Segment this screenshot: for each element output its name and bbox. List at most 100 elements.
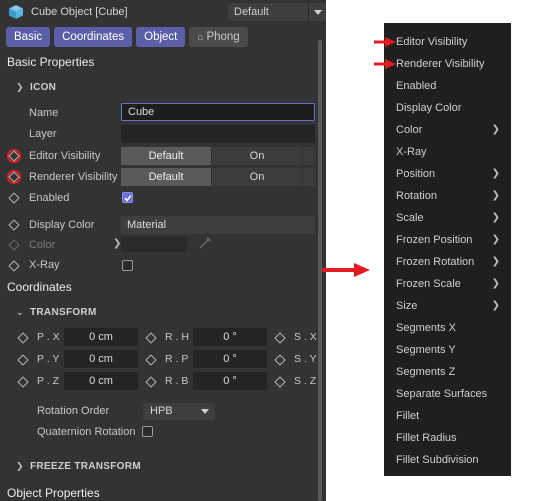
display-color-label: Display Color xyxy=(29,219,95,231)
diamond-icon[interactable] xyxy=(8,219,20,231)
name-label: Name xyxy=(29,107,59,119)
renderer-visibility-off[interactable] xyxy=(303,168,315,186)
editor-visibility-off[interactable] xyxy=(303,147,315,165)
mode-dropdown[interactable]: Default xyxy=(228,3,326,21)
editor-visibility-default[interactable]: Default xyxy=(121,147,211,165)
rotation-order-label: Rotation Order xyxy=(37,405,110,417)
diamond-icon[interactable] xyxy=(274,354,286,366)
menu-item[interactable]: Separate Surfaces xyxy=(396,386,506,402)
diamond-icon[interactable] xyxy=(17,376,29,388)
name-field[interactable]: Cube xyxy=(121,103,315,121)
rot-b-field[interactable]: 0 ° xyxy=(193,372,267,390)
tab-bar: Basic Coordinates Object ⌂ Phong xyxy=(6,27,248,47)
xray-checkbox[interactable] xyxy=(122,260,133,271)
transform-group-label: TRANSFORM xyxy=(30,307,97,318)
menu-item[interactable]: Scale ❯ xyxy=(396,210,506,226)
menu-item[interactable]: Rotation ❯ xyxy=(396,188,506,204)
menu-item-label: Display Color xyxy=(396,102,462,114)
menu-item[interactable]: Fillet xyxy=(396,408,506,424)
diamond-icon[interactable] xyxy=(145,332,157,344)
chevron-right-icon: ❯ xyxy=(491,278,500,289)
tab-object[interactable]: Object xyxy=(136,27,186,47)
diamond-icon[interactable] xyxy=(8,192,20,204)
menu-item[interactable]: Segments Z xyxy=(396,364,506,380)
menu-item[interactable]: Frozen Position ❯ xyxy=(396,232,506,248)
chevron-down-icon: ⌄ xyxy=(16,307,24,317)
menu-item[interactable]: Size ❯ xyxy=(396,298,506,314)
rot-p-label: R . P xyxy=(165,353,189,365)
display-color-dropdown[interactable]: Material xyxy=(121,216,315,234)
menu-item-label: Rotation xyxy=(396,190,437,202)
freeze-transform-group-header[interactable]: ❯ FREEZE TRANSFORM xyxy=(16,461,141,472)
diamond-icon[interactable] xyxy=(145,376,157,388)
diamond-icon[interactable] xyxy=(145,354,157,366)
tab-basic[interactable]: Basic xyxy=(6,27,51,47)
icon-group-label: ICON xyxy=(30,82,57,93)
menu-item[interactable]: Segments Y xyxy=(396,342,506,358)
red-arrow-icon xyxy=(322,263,370,277)
scale-y-label: S . Y xyxy=(294,353,317,365)
menu-item-label: Enabled xyxy=(396,80,437,92)
color-label: Color xyxy=(29,239,56,251)
basic-properties-header: Basic Properties xyxy=(7,55,95,69)
tab-phong-label: Phong xyxy=(206,31,240,43)
enabled-label: Enabled xyxy=(29,192,70,204)
transform-group-header[interactable]: ⌄ TRANSFORM xyxy=(16,307,97,318)
menu-item[interactable]: Fillet Subdivision xyxy=(396,452,506,468)
menu-item-label: X-Ray xyxy=(396,146,427,158)
object-properties-header: Object Properties xyxy=(7,486,100,500)
tab-coordinates[interactable]: Coordinates xyxy=(54,27,133,47)
menu-item[interactable]: Position ❯ xyxy=(396,166,506,182)
scale-x-label: S . X xyxy=(294,331,317,343)
window-title: Cube Object [Cube] xyxy=(31,6,128,18)
quaternion-rotation-checkbox[interactable] xyxy=(142,426,153,437)
scale-z-label: S . Z xyxy=(294,375,317,387)
menu-item[interactable]: X-Ray xyxy=(396,144,506,160)
menu-item[interactable]: Editor Visibility xyxy=(396,34,506,50)
menu-item[interactable]: Enabled xyxy=(396,78,506,94)
diamond-icon[interactable] xyxy=(274,376,286,388)
menu-item[interactable]: Segments X xyxy=(396,320,506,336)
chevron-right-icon: ❯ xyxy=(491,234,500,245)
red-arrow-icon xyxy=(374,37,396,47)
menu-item[interactable]: Color ❯ xyxy=(396,122,506,138)
enabled-checkbox[interactable] xyxy=(122,192,133,203)
renderer-visibility-default[interactable]: Default xyxy=(121,168,211,186)
red-arrow-icon xyxy=(374,59,396,69)
cube-icon xyxy=(9,5,23,19)
diamond-icon[interactable] xyxy=(274,332,286,344)
coordinates-header: Coordinates xyxy=(7,280,72,294)
chevron-right-icon: ❯ xyxy=(491,124,500,135)
menu-item-label: Editor Visibility xyxy=(396,36,468,48)
chevron-right-icon: ❯ xyxy=(491,190,500,201)
pos-x-field[interactable]: 0 cm xyxy=(64,328,138,346)
editor-visibility-on[interactable]: On xyxy=(212,147,302,165)
menu-item[interactable]: Frozen Scale ❯ xyxy=(396,276,506,292)
icon-group-header[interactable]: ❯ ICON xyxy=(16,82,56,93)
menu-item-label: Renderer Visibility xyxy=(396,58,485,70)
diamond-icon[interactable] xyxy=(17,354,29,366)
tab-phong[interactable]: ⌂ Phong xyxy=(189,27,248,47)
diamond-icon[interactable] xyxy=(8,260,20,272)
diamond-icon[interactable] xyxy=(17,332,29,344)
layer-field[interactable] xyxy=(121,125,315,143)
menu-item[interactable]: Renderer Visibility xyxy=(396,56,506,72)
menu-item-label: Segments Z xyxy=(396,366,456,378)
renderer-visibility-label: Renderer Visibility xyxy=(29,171,118,183)
pos-z-field[interactable]: 0 cm xyxy=(64,372,138,390)
chevron-down-icon xyxy=(308,3,326,21)
color-swatch xyxy=(121,236,187,252)
renderer-visibility-on[interactable]: On xyxy=(212,168,302,186)
rotation-order-dropdown[interactable]: HPB xyxy=(143,403,215,420)
menu-item[interactable]: Frozen Rotation ❯ xyxy=(396,254,506,270)
rot-p-field[interactable]: 0 ° xyxy=(193,350,267,368)
pos-y-field[interactable]: 0 cm xyxy=(64,350,138,368)
checkmark-icon xyxy=(124,195,132,202)
chevron-right-icon: ❯ xyxy=(491,300,500,311)
rot-h-field[interactable]: 0 ° xyxy=(193,328,267,346)
quaternion-rotation-label: Quaternion Rotation xyxy=(37,426,136,438)
menu-item[interactable]: Display Color xyxy=(396,100,506,116)
menu-item[interactable]: Fillet Radius xyxy=(396,430,506,446)
pos-y-label: P . Y xyxy=(37,353,60,365)
menu-item-label: Position xyxy=(396,168,436,180)
